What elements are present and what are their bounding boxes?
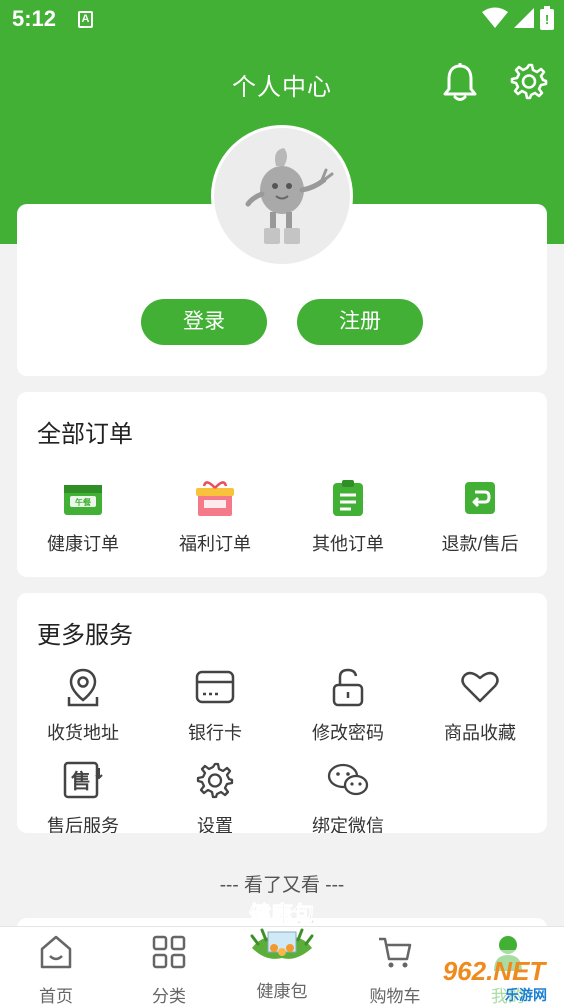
service-label: 修改密码 bbox=[312, 723, 384, 743]
gift-order-icon bbox=[191, 474, 239, 522]
order-item-refund[interactable]: 退款/售后 bbox=[414, 474, 546, 556]
service-item-after-sale[interactable]: 售 售后服务 bbox=[17, 756, 149, 833]
service-label: 银行卡 bbox=[188, 723, 242, 743]
service-item-password[interactable]: 修改密码 bbox=[282, 663, 414, 745]
service-label: 售后服务 bbox=[47, 816, 119, 833]
map-pin-icon bbox=[59, 663, 107, 711]
order-item-gift[interactable]: 福利订单 bbox=[149, 474, 281, 556]
health-order-icon: 午餐 bbox=[59, 474, 107, 522]
settings-gear-icon[interactable] bbox=[510, 62, 548, 100]
services-card: 更多服务 收货地址 银行卡 修改密码 商品收藏 售 售后服务 设置 绑定微信 bbox=[17, 593, 547, 833]
health-pack-badge-text: 健康包 bbox=[249, 902, 315, 928]
cart-icon bbox=[379, 937, 412, 968]
bell-icon[interactable] bbox=[442, 62, 478, 102]
health-pack-icon[interactable]: 健康包 bbox=[244, 892, 320, 964]
order-item-other[interactable]: 其他订单 bbox=[282, 474, 414, 556]
page-title: 个人中心 bbox=[232, 74, 332, 101]
status-icons: ! bbox=[482, 6, 554, 30]
refund-icon bbox=[456, 474, 504, 522]
watermark-sub: 乐游网 bbox=[505, 987, 547, 1004]
wifi-icon bbox=[482, 7, 508, 28]
heart-icon bbox=[456, 663, 504, 711]
watermark-text: 962.NET bbox=[443, 956, 548, 986]
tab-label: 分类 bbox=[152, 987, 186, 1004]
service-label: 设置 bbox=[197, 816, 233, 833]
tab-category[interactable]: 分类 bbox=[113, 927, 225, 1004]
login-button[interactable]: 登录 bbox=[141, 299, 267, 345]
svg-text:!: ! bbox=[545, 12, 549, 27]
notification-a-icon: A bbox=[78, 11, 93, 28]
svg-text:午餐: 午餐 bbox=[75, 497, 92, 507]
tab-label: 首页 bbox=[39, 987, 73, 1004]
service-item-address[interactable]: 收货地址 bbox=[17, 663, 149, 745]
battery-icon: ! bbox=[540, 6, 554, 30]
service-item-settings[interactable]: 设置 bbox=[149, 756, 281, 833]
service-label: 收货地址 bbox=[47, 723, 119, 743]
order-label: 其他订单 bbox=[312, 534, 384, 554]
after-sale-icon: 售 bbox=[59, 756, 107, 804]
order-item-health[interactable]: 午餐 健康订单 bbox=[17, 474, 149, 556]
svg-text:售: 售 bbox=[71, 769, 91, 793]
lock-icon bbox=[324, 663, 372, 711]
status-time: 5:12 bbox=[12, 6, 57, 31]
service-label: 商品收藏 bbox=[444, 723, 516, 743]
tab-home[interactable]: 首页 bbox=[0, 927, 112, 1004]
home-icon bbox=[40, 935, 72, 969]
orders-title: 全部订单 bbox=[37, 421, 133, 448]
service-label: 绑定微信 bbox=[312, 816, 384, 833]
gear-icon bbox=[191, 756, 239, 804]
wechat-icon bbox=[324, 756, 372, 804]
order-label: 退款/售后 bbox=[441, 534, 519, 554]
clipboard-icon bbox=[324, 474, 372, 522]
bank-card-icon bbox=[191, 663, 239, 711]
category-icon bbox=[152, 935, 186, 969]
signal-icon bbox=[514, 8, 534, 28]
order-label: 福利订单 bbox=[179, 534, 251, 554]
service-item-favorites[interactable]: 商品收藏 bbox=[414, 663, 546, 745]
service-item-bank-card[interactable]: 银行卡 bbox=[149, 663, 281, 745]
order-label: 健康订单 bbox=[47, 534, 119, 554]
avatar[interactable] bbox=[211, 125, 353, 267]
service-item-wechat[interactable]: 绑定微信 bbox=[282, 756, 414, 833]
tab-label: 健康包 bbox=[256, 982, 308, 1001]
services-title: 更多服务 bbox=[37, 622, 133, 649]
site-watermark: 962.NET 乐游网 bbox=[422, 950, 564, 1004]
register-button[interactable]: 注册 bbox=[297, 299, 423, 345]
orders-card: 全部订单 午餐 健康订单 福利订单 其他订单 退款/售后 bbox=[17, 392, 547, 577]
mascot-avatar-icon bbox=[245, 148, 334, 244]
status-bar: 5:12 A ! bbox=[0, 0, 564, 38]
